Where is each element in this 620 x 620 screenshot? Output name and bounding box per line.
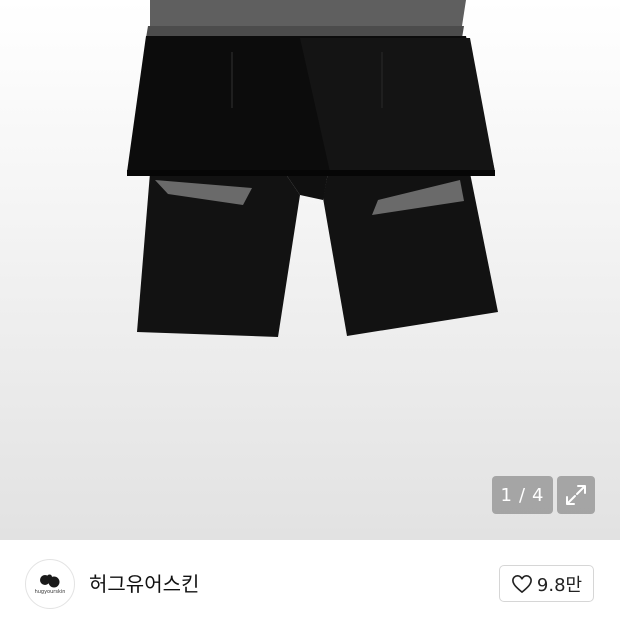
product-image-gallery[interactable]: 1 / 4 — [0, 0, 620, 540]
counter-separator: / — [518, 484, 527, 506]
shop-name[interactable]: 허그유어스킨 — [89, 568, 199, 597]
total-pages: 4 — [532, 484, 545, 506]
expand-arrows-icon — [566, 485, 586, 505]
like-count: 9.8만 — [536, 574, 583, 596]
hug-logo-icon — [40, 574, 60, 587]
like-button[interactable]: 9.8만 — [499, 565, 594, 602]
current-page: 1 — [500, 484, 513, 506]
heart-outline-icon — [511, 574, 532, 593]
shop-avatar[interactable]: hugyourskin — [25, 559, 75, 609]
expand-button[interactable] — [557, 476, 595, 514]
shop-info-bar: hugyourskin 허그유어스킨 9.8만 — [0, 540, 620, 620]
image-counter: 1 / 4 — [492, 476, 553, 514]
shop-logo-text: hugyourskin — [34, 588, 66, 595]
product-photo-skirt-shorts — [127, 0, 498, 337]
